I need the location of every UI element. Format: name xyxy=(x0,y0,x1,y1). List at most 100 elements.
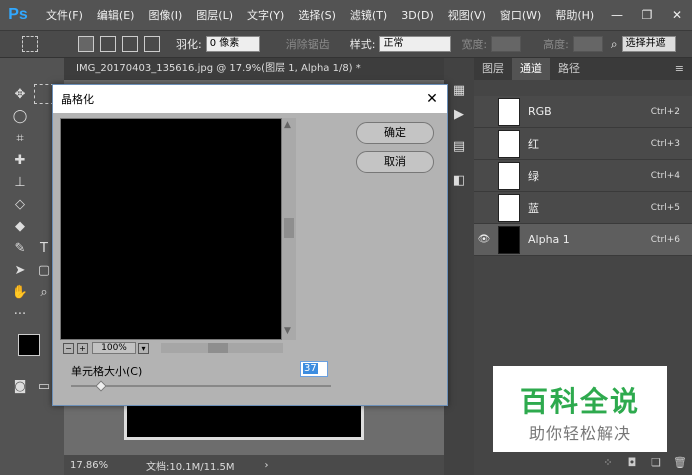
menu-3d[interactable]: 3D(D) xyxy=(401,9,434,22)
menu-view[interactable]: 视图(V) xyxy=(448,7,486,23)
document-tab[interactable]: IMG_20170403_135616.jpg @ 17.9%(图层 1, Al… xyxy=(64,58,444,80)
cell-size-slider-thumb[interactable] xyxy=(95,380,107,392)
cell-size-input[interactable]: 37 xyxy=(300,361,328,377)
channel-name: Alpha 1 xyxy=(528,233,570,246)
eraser-tool-icon[interactable]: ◇ xyxy=(10,194,30,214)
channel-thumbnail xyxy=(498,225,520,254)
channel-name: 蓝 xyxy=(528,201,539,215)
menu-layer[interactable]: 图层(L) xyxy=(196,7,233,23)
menu-select[interactable]: 选择(S) xyxy=(298,7,336,23)
channel-row-alpha1[interactable]: 👁 Alpha 1 Ctrl+6 xyxy=(474,224,692,256)
width-input[interactable] xyxy=(491,36,522,52)
visibility-toggle[interactable] xyxy=(474,166,494,186)
intersect-selection-icon[interactable] xyxy=(144,36,160,52)
menu-window[interactable]: 窗口(W) xyxy=(500,7,541,23)
new-selection-icon[interactable] xyxy=(78,36,94,52)
channel-row-blue[interactable]: 蓝 Ctrl+5 xyxy=(474,192,692,224)
play-action-icon[interactable]: ▶ xyxy=(449,104,469,124)
visibility-toggle[interactable] xyxy=(474,102,494,122)
crop-tool-icon[interactable]: ⌗ xyxy=(10,128,30,148)
horizontal-scroll-thumb[interactable] xyxy=(208,343,228,353)
zoom-in-icon[interactable]: + xyxy=(77,342,88,354)
watermark-title: 百科全说 xyxy=(519,385,640,418)
channel-thumbnail xyxy=(498,193,520,222)
path-select-tool-icon[interactable]: ➤ xyxy=(10,260,30,280)
zoom-level[interactable]: 17.86% xyxy=(70,460,130,471)
zoom-tool-icon[interactable]: ⌕ xyxy=(34,282,54,302)
close-icon[interactable]: ✕ xyxy=(417,85,447,113)
scroll-down-icon[interactable]: ▼ xyxy=(284,326,291,336)
delete-channel-icon[interactable]: 🗑 xyxy=(668,456,692,469)
menu-help[interactable]: 帮助(H) xyxy=(555,7,594,23)
channel-row-rgb[interactable]: RGB Ctrl+2 xyxy=(474,96,692,128)
cancel-button[interactable]: 取消 xyxy=(356,151,434,173)
maximize-button[interactable]: ❐ xyxy=(632,0,662,30)
panel-tabs: 图层 通道 路径 ≡ xyxy=(474,58,692,80)
channel-thumbnail xyxy=(498,129,520,158)
menu-file[interactable]: 文件(F) xyxy=(46,7,83,23)
marquee-tool-icon[interactable] xyxy=(22,36,38,52)
close-button[interactable]: ✕ xyxy=(662,0,692,30)
panel-menu-icon[interactable]: ≡ xyxy=(667,58,692,80)
cell-size-slider-track[interactable] xyxy=(71,385,331,387)
foreground-color-swatch[interactable] xyxy=(18,334,40,356)
channel-name: RGB xyxy=(528,105,552,118)
select-and-mask-button[interactable]: 选择并遮 xyxy=(621,36,676,52)
add-selection-icon[interactable] xyxy=(100,36,116,52)
menu-type[interactable]: 文字(Y) xyxy=(247,7,284,23)
menu-filter[interactable]: 滤镜(T) xyxy=(350,7,387,23)
healing-tool-icon[interactable]: ✚ xyxy=(10,150,30,170)
search-icon[interactable]: ⌕ xyxy=(611,37,618,52)
stamp-tool-icon[interactable]: ⊥ xyxy=(10,172,30,192)
more-tools-icon[interactable]: ··· xyxy=(10,304,30,324)
hand-tool-icon[interactable]: ✋ xyxy=(10,282,30,302)
blur-tool-icon[interactable]: ◆ xyxy=(10,216,30,236)
height-input[interactable] xyxy=(572,36,603,52)
channel-row-green[interactable]: 绿 Ctrl+4 xyxy=(474,160,692,192)
photoshop-logo: Ps xyxy=(8,6,28,23)
panel-footer: ⁘ ◘ ❏ 🗑 xyxy=(474,450,692,475)
adjustments-panel-icon[interactable]: ◧ xyxy=(449,170,469,190)
visibility-toggle[interactable] xyxy=(474,198,494,218)
status-arrow-icon[interactable]: › xyxy=(265,460,269,471)
lasso-tool-icon[interactable]: ◯ xyxy=(10,106,30,126)
visibility-toggle[interactable] xyxy=(474,134,494,154)
crystallize-dialog: 晶格化 ✕ ▲ ▼ − + 100% ▾ 确定 取消 单元格大小(C) 37 xyxy=(52,84,448,406)
channel-thumbnail xyxy=(498,97,520,126)
move-tool-icon[interactable]: ✥ xyxy=(10,84,30,104)
ok-button[interactable]: 确定 xyxy=(356,122,434,144)
feather-label: 羽化: xyxy=(176,38,202,51)
channel-shortcut: Ctrl+4 xyxy=(650,170,680,181)
tab-paths[interactable]: 路径 xyxy=(550,58,588,80)
zoom-dropdown-icon[interactable]: ▾ xyxy=(138,342,149,354)
tab-layers[interactable]: 图层 xyxy=(474,58,512,80)
vertical-scroll-thumb[interactable] xyxy=(284,218,294,238)
menu-image[interactable]: 图像(I) xyxy=(148,7,182,23)
properties-panel-icon[interactable]: ▤ xyxy=(449,136,469,156)
style-select[interactable]: 正常 xyxy=(379,36,452,52)
load-selection-icon[interactable]: ⁘ xyxy=(596,456,620,469)
window-controls: — ❐ ✕ xyxy=(602,0,692,30)
filter-preview[interactable] xyxy=(60,118,282,340)
minimize-button[interactable]: — xyxy=(602,0,632,30)
quick-mask-icon[interactable]: ◙ xyxy=(10,376,30,396)
menu-edit[interactable]: 编辑(E) xyxy=(97,7,135,23)
save-selection-icon[interactable]: ◘ xyxy=(620,456,644,469)
feather-input[interactable]: 0 像素 xyxy=(205,36,260,52)
pen-tool-icon[interactable]: ✎ xyxy=(10,238,30,258)
marquee-tool-icon[interactable] xyxy=(34,84,54,104)
new-channel-icon[interactable]: ❏ xyxy=(644,456,668,469)
dialog-titlebar: 晶格化 ✕ xyxy=(53,85,447,113)
shape-tool-icon[interactable]: ▢ xyxy=(34,260,54,280)
eye-icon[interactable]: 👁 xyxy=(474,230,494,250)
type-tool-icon[interactable]: T xyxy=(34,238,54,258)
antialias-checkbox[interactable]: 消除锯齿 xyxy=(286,36,330,52)
history-panel-icon[interactable]: ▦ xyxy=(449,80,469,100)
scroll-up-icon[interactable]: ▲ xyxy=(284,120,291,130)
zoom-out-icon[interactable]: − xyxy=(63,342,74,354)
subtract-selection-icon[interactable] xyxy=(122,36,138,52)
tab-channels[interactable]: 通道 xyxy=(512,58,550,80)
screen-mode-icon[interactable]: ▭ xyxy=(34,376,54,396)
channel-row-red[interactable]: 红 Ctrl+3 xyxy=(474,128,692,160)
channel-name: 红 xyxy=(528,137,539,151)
